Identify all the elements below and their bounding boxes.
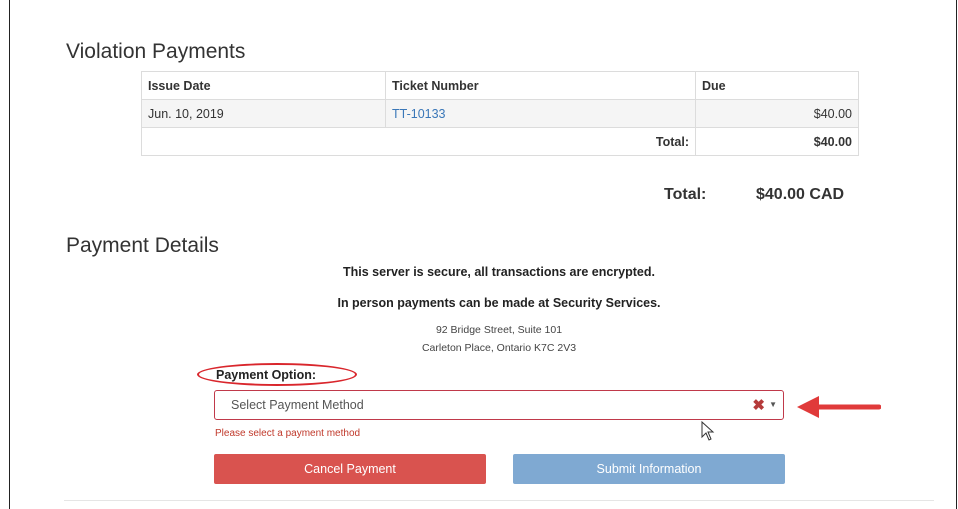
- column-header-due: Due: [695, 71, 859, 100]
- payment-method-select[interactable]: Select Payment Method ✖ ▼: [214, 390, 784, 420]
- divider: [64, 500, 934, 501]
- cancel-payment-button[interactable]: Cancel Payment: [214, 454, 486, 484]
- select-placeholder: Select Payment Method: [231, 398, 364, 412]
- address-line-2: Carleton Place, Ontario K7C 2V3: [421, 342, 577, 354]
- mouse-pointer-icon: [701, 421, 715, 441]
- in-person-notice: In person payments can be made at Securi…: [337, 296, 661, 310]
- subtotal-label: Total:: [141, 127, 696, 156]
- ticket-number-link[interactable]: TT-10133: [385, 99, 696, 128]
- arrow-left-icon: [797, 396, 881, 418]
- submit-information-button[interactable]: Submit Information: [513, 454, 785, 484]
- validation-error-message: Please select a payment method: [215, 428, 361, 439]
- payment-details-title: Payment Details: [66, 234, 219, 257]
- grand-total-value: $40.00 CAD: [756, 186, 845, 203]
- table-row: Jun. 10, 2019 TT-10133 $40.00: [141, 99, 859, 128]
- table-subtotal-row: Total: $40.00: [141, 127, 859, 156]
- clear-x-icon[interactable]: ✖: [752, 396, 765, 414]
- address-line-1: 92 Bridge Street, Suite 101: [435, 324, 563, 336]
- violation-payments-title: Violation Payments: [66, 40, 246, 63]
- table-header-row: Issue Date Ticket Number Due: [141, 71, 859, 100]
- payment-option-label: Payment Option:: [216, 368, 317, 382]
- grand-total-label: Total:: [664, 186, 707, 203]
- column-header-ticket-number: Ticket Number: [385, 71, 696, 100]
- subtotal-value: $40.00: [695, 127, 859, 156]
- secure-notice: This server is secure, all transactions …: [343, 265, 655, 279]
- issue-date-cell: Jun. 10, 2019: [141, 99, 386, 128]
- column-header-issue-date: Issue Date: [141, 71, 386, 100]
- violations-table: Issue Date Ticket Number Due Jun. 10, 20…: [141, 71, 859, 156]
- due-cell: $40.00: [695, 99, 859, 128]
- caret-down-icon[interactable]: ▼: [769, 400, 777, 409]
